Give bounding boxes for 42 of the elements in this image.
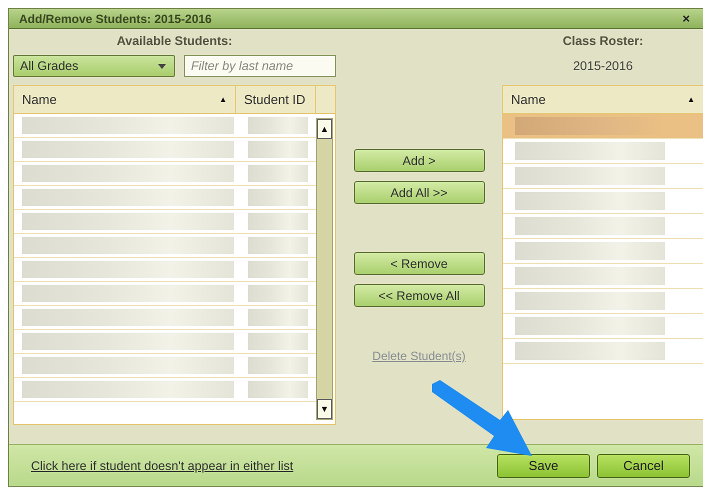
redacted-row[interactable] xyxy=(14,186,316,210)
save-button[interactable]: Save xyxy=(497,454,590,478)
roster-heading: Class Roster: xyxy=(562,33,644,50)
redacted-row[interactable] xyxy=(503,189,703,214)
redacted-row[interactable] xyxy=(14,378,316,402)
redacted-row[interactable] xyxy=(14,258,316,282)
roster-year: 2015-2016 xyxy=(572,58,634,75)
grade-select[interactable]: All Grades xyxy=(13,55,175,77)
redacted-row[interactable] xyxy=(14,354,316,378)
redacted-row[interactable] xyxy=(14,306,316,330)
redacted-row[interactable] xyxy=(503,239,703,264)
transfer-button[interactable]: << Remove All xyxy=(354,284,484,307)
cancel-button[interactable]: Cancel xyxy=(597,454,690,478)
transfer-button[interactable]: Add All >> xyxy=(354,181,484,204)
redacted-row[interactable] xyxy=(503,314,703,339)
transfer-button[interactable]: Add > xyxy=(354,149,484,172)
redacted-row[interactable] xyxy=(14,210,316,234)
redacted-row[interactable] xyxy=(14,114,316,138)
redacted-row[interactable] xyxy=(503,114,703,139)
available-heading: Available Students: xyxy=(116,33,234,50)
redacted-row[interactable] xyxy=(503,264,703,289)
redacted-row[interactable] xyxy=(503,164,703,189)
column-header[interactable]: Student ID xyxy=(236,86,316,113)
scrollbar[interactable]: ▲ ▼ xyxy=(316,118,333,420)
scroll-up-button[interactable]: ▲ xyxy=(317,119,332,139)
filter-field[interactable]: Filter by last name xyxy=(184,55,336,77)
redacted-row[interactable] xyxy=(503,289,703,314)
scroll-down-button[interactable]: ▼ xyxy=(317,399,332,419)
redacted-row[interactable] xyxy=(14,138,316,162)
window-title: Add/Remove Students: 2015-2016 xyxy=(19,12,212,26)
redacted-row[interactable] xyxy=(503,139,703,164)
missing-student-link[interactable]: Click here if student doesn't appear in either list xyxy=(31,458,294,472)
column-header[interactable]: Name ▲ xyxy=(503,86,703,113)
column-header[interactable]: Name ▲ xyxy=(14,86,236,113)
redacted-row[interactable] xyxy=(14,162,316,186)
redacted-row[interactable] xyxy=(14,234,316,258)
redacted-row[interactable] xyxy=(14,330,316,354)
redacted-row[interactable] xyxy=(503,339,703,364)
redacted-row[interactable] xyxy=(503,214,703,239)
transfer-button[interactable]: < Remove xyxy=(354,252,484,275)
redacted-row[interactable] xyxy=(14,282,316,306)
close-button[interactable]: × xyxy=(682,11,690,26)
